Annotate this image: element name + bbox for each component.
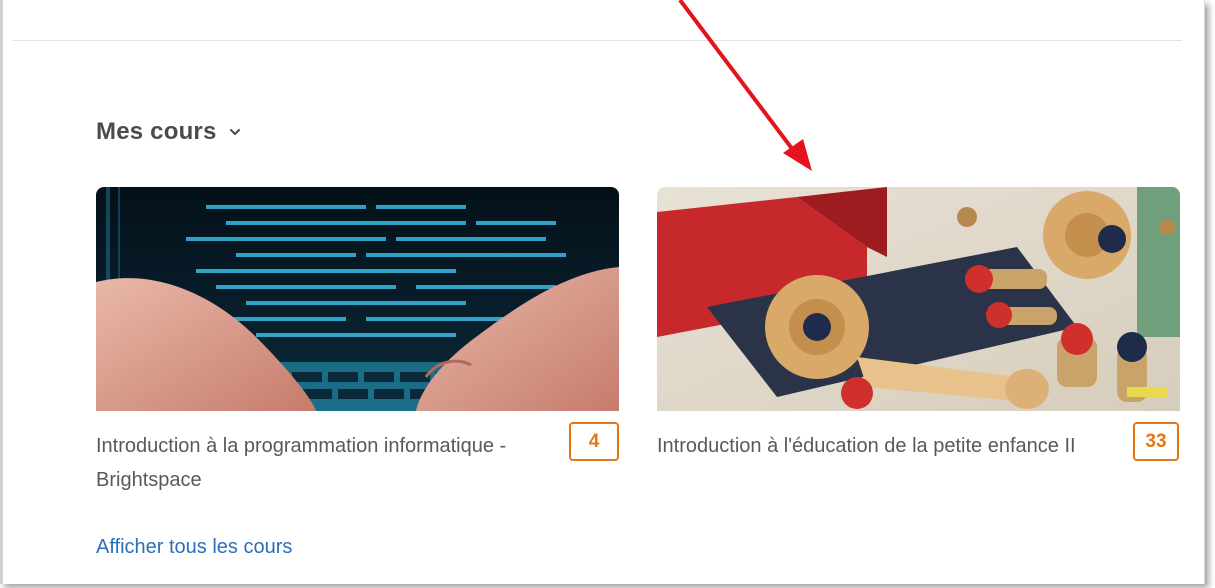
course-title[interactable]: Introduction à la programmation informat…: [96, 429, 516, 497]
widget-title: Mes cours: [96, 118, 217, 145]
chevron-down-icon[interactable]: [229, 126, 241, 138]
view-all-courses-link[interactable]: Afficher tous les cours: [96, 536, 292, 559]
header-divider: [12, 40, 1182, 41]
course-card[interactable]: Introduction à la programmation informat…: [96, 187, 619, 497]
course-title[interactable]: Introduction à l'éducation de la petite …: [657, 429, 1077, 463]
course-card[interactable]: Introduction à l'éducation de la petite …: [657, 187, 1180, 497]
notification-count-badge[interactable]: 33: [1133, 422, 1179, 461]
course-image-programming[interactable]: [96, 187, 619, 411]
my-courses-widget-header[interactable]: Mes cours: [96, 118, 241, 146]
course-image-wooden-toys[interactable]: [657, 187, 1180, 411]
notification-count-badge[interactable]: 4: [569, 422, 619, 461]
screenshot-frame: Mes cours Introduction à la programmatio…: [0, 0, 1205, 584]
